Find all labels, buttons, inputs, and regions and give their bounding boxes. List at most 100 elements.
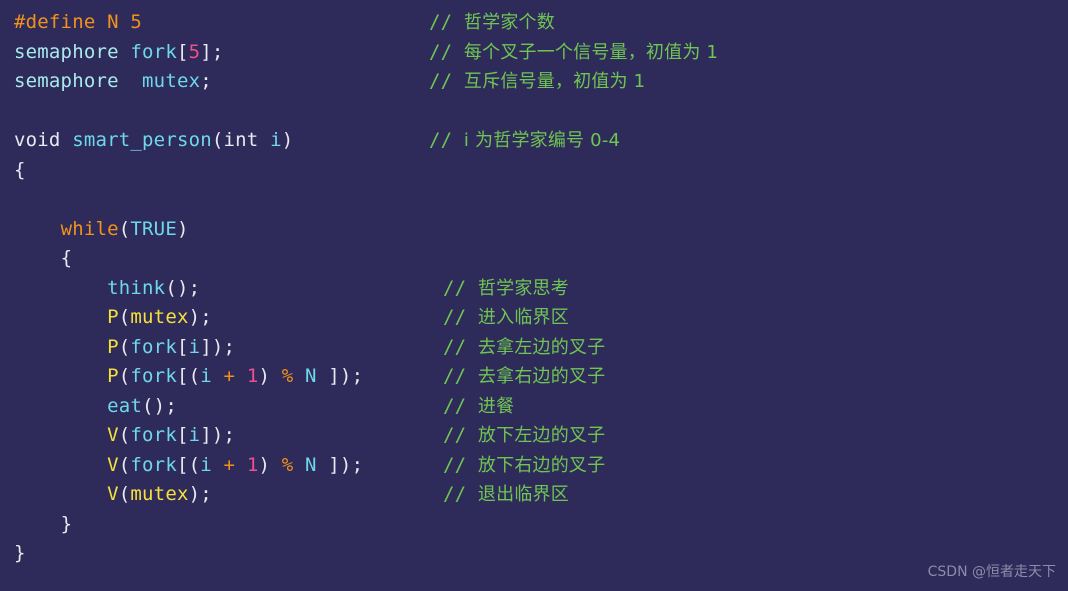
comment-text: 放下右边的叉子: [477, 454, 606, 476]
code-line: }: [0, 539, 1068, 569]
code-token: i: [270, 129, 282, 151]
comment-slashes: //: [443, 365, 478, 387]
code-token: smart_person: [72, 129, 212, 151]
comment-text: 进入临界区: [477, 307, 569, 328]
code-token: ();: [165, 276, 201, 299]
code-token: (: [118, 217, 131, 240]
code-token: (: [118, 453, 131, 476]
code-token: [: [176, 40, 189, 63]
code-token: ]);: [200, 424, 236, 446]
code-token: 1: [246, 365, 259, 387]
code-comment: // 去拿右边的叉子: [443, 362, 605, 392]
comment-text: 哲学家思考: [477, 277, 569, 299]
code-token: %: [281, 453, 294, 476]
code-token: {: [14, 158, 26, 181]
code-token: (: [118, 424, 131, 446]
code-token: (: [118, 306, 131, 328]
comment-slashes: //: [429, 11, 464, 33]
code-token: +: [223, 453, 236, 476]
code-token: fork: [130, 40, 177, 63]
code-comment: // 互斥信号量，初值为 1: [429, 67, 645, 97]
code-token: fork: [130, 365, 177, 387]
code-token: ): [258, 365, 282, 387]
code-token: i: [200, 365, 212, 387]
code-block: #define N 5 semaphore fork[5]; semaphore m…: [0, 0, 1068, 591]
code-token: [(: [176, 453, 201, 476]
code-token: TRUE: [130, 217, 177, 240]
code-line: {: [0, 244, 1068, 274]
code-comment: // 每个叉子一个信号量，初值为 1: [429, 38, 718, 68]
code-token: int: [223, 129, 259, 151]
comment-slashes: //: [429, 70, 464, 92]
code-token: mutex: [142, 70, 201, 92]
code-comment: // 哲学家个数: [429, 8, 555, 38]
code-token: i: [200, 453, 212, 476]
comment-text: 退出临界区: [477, 484, 569, 505]
comment-slashes: //: [443, 424, 478, 446]
code-comment: // 放下右边的叉子: [443, 451, 605, 481]
code-comment: // 退出临界区: [443, 480, 569, 510]
code-token: P: [107, 365, 119, 387]
code-token: N: [305, 365, 317, 387]
code-token: ): [281, 129, 294, 151]
code-token: ]);: [200, 335, 236, 358]
code-token: [: [176, 424, 189, 446]
code-token: {: [60, 247, 73, 269]
code-token: N: [305, 453, 317, 476]
code-token: ): [176, 217, 189, 240]
code-token: i: [188, 424, 201, 446]
code-token: (: [118, 365, 131, 387]
comment-text: 互斥信号量，初值为 1: [463, 71, 646, 92]
code-token: fork: [130, 335, 177, 358]
comment-text: 去拿右边的叉子: [477, 366, 606, 387]
code-comment: // 进餐: [443, 392, 514, 422]
code-token: ): [258, 453, 282, 476]
code-comment: // 去拿左边的叉子: [443, 333, 605, 363]
code-token: ]);: [316, 365, 364, 387]
code-token: }: [60, 512, 73, 535]
comment-slashes: //: [429, 40, 464, 63]
code-line: while(TRUE): [0, 215, 1068, 245]
comment-text: 每个叉子一个信号量，初值为 1: [463, 41, 719, 63]
code-token: ;: [200, 70, 212, 92]
comment-slashes: //: [443, 335, 478, 358]
code-token: i: [188, 335, 201, 358]
comment-text: 哲学家个数: [463, 12, 555, 33]
code-comment: // 放下左边的叉子: [443, 421, 605, 451]
code-token: semaphore: [14, 40, 119, 63]
code-token: +: [223, 365, 236, 387]
code-token: #define N 5: [14, 11, 143, 33]
comment-slashes: //: [443, 276, 478, 299]
code-token: );: [188, 306, 212, 328]
comment-slashes: //: [443, 394, 478, 417]
code-token: semaphore: [14, 70, 119, 92]
comment-slashes: //: [443, 483, 478, 505]
code-token: [: [176, 335, 189, 358]
code-token: mutex: [130, 306, 189, 328]
comment-slashes: //: [429, 129, 464, 151]
code-token: P: [107, 306, 119, 328]
code-token: void: [14, 129, 61, 151]
code-line: }: [0, 510, 1068, 540]
code-line: {: [0, 156, 1068, 186]
comment-slashes: //: [443, 306, 478, 328]
comment-text: 进餐: [477, 395, 515, 417]
comment-slashes: //: [443, 453, 478, 476]
code-token: V: [107, 483, 119, 505]
comment-text: 放下左边的叉子: [477, 425, 606, 446]
code-token: P: [107, 335, 119, 358]
